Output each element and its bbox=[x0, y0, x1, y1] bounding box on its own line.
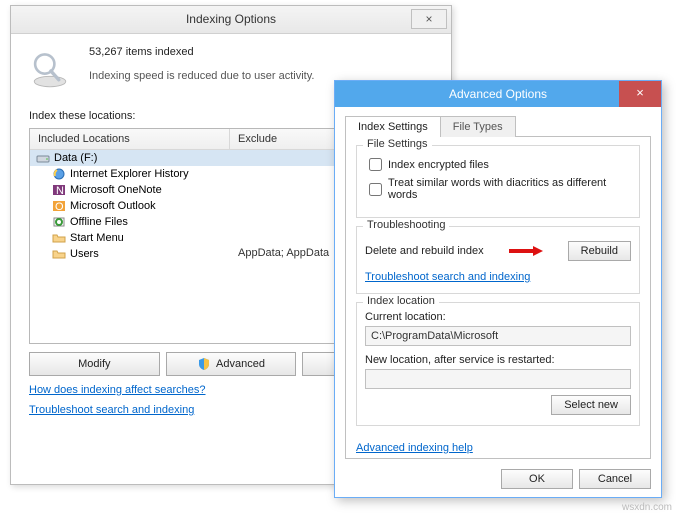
list-item-label: Start Menu bbox=[70, 232, 124, 244]
advanced-help-link[interactable]: Advanced indexing help bbox=[356, 442, 473, 454]
checkbox-label: Index encrypted files bbox=[388, 159, 489, 171]
magnifier-drive-icon bbox=[29, 50, 71, 92]
window-title: Advanced Options bbox=[335, 87, 661, 101]
troubleshoot-link[interactable]: Troubleshoot search and indexing bbox=[365, 271, 530, 283]
checkbox[interactable] bbox=[369, 183, 382, 196]
current-location-field bbox=[365, 326, 631, 346]
tab-index-settings[interactable]: Index Settings bbox=[345, 116, 441, 137]
folder-icon bbox=[52, 231, 66, 245]
svg-text:O: O bbox=[55, 201, 64, 213]
list-item-label: Offline Files bbox=[70, 216, 128, 228]
new-location-field bbox=[365, 369, 631, 389]
how-indexing-link[interactable]: How does indexing affect searches? bbox=[29, 384, 206, 396]
red-arrow-icon bbox=[509, 246, 543, 256]
troubleshooting-group: Troubleshooting Delete and rebuild index… bbox=[356, 226, 640, 294]
outlook-icon: O bbox=[52, 199, 66, 213]
close-icon[interactable]: × bbox=[619, 81, 661, 107]
folder-icon bbox=[52, 247, 66, 261]
list-item-label: Microsoft Outlook bbox=[70, 200, 156, 212]
list-item-label: Data (F:) bbox=[54, 152, 97, 164]
drive-icon bbox=[36, 151, 50, 165]
col-included: Included Locations bbox=[30, 129, 230, 149]
checkbox[interactable] bbox=[369, 158, 382, 171]
ok-button[interactable]: OK bbox=[501, 469, 573, 489]
index-location-group: Index location Current location: New loc… bbox=[356, 302, 640, 426]
current-location-label: Current location: bbox=[365, 311, 631, 323]
list-item-label: Internet Explorer History bbox=[70, 168, 189, 180]
titlebar[interactable]: Indexing Options × bbox=[11, 6, 451, 34]
advanced-button[interactable]: Advanced bbox=[166, 352, 297, 376]
speed-note-label: Indexing speed is reduced due to user ac… bbox=[89, 70, 314, 82]
list-item-label: Microsoft OneNote bbox=[70, 184, 162, 196]
tab-file-types[interactable]: File Types bbox=[440, 116, 516, 137]
cancel-button[interactable]: Cancel bbox=[579, 469, 651, 489]
offline-files-icon bbox=[52, 215, 66, 229]
diacritics-check[interactable]: Treat similar words with diacritics as d… bbox=[369, 177, 631, 201]
new-location-label: New location, after service is restarted… bbox=[365, 354, 631, 366]
close-icon[interactable]: × bbox=[411, 9, 447, 29]
checkbox-label: Treat similar words with diacritics as d… bbox=[388, 177, 631, 201]
group-label: Index location bbox=[363, 295, 439, 307]
onenote-icon: N bbox=[52, 183, 66, 197]
select-new-button[interactable]: Select new bbox=[551, 395, 631, 415]
advanced-options-window: Advanced Options × Index Settings File T… bbox=[334, 80, 662, 498]
tabs: Index Settings File Types bbox=[345, 115, 651, 137]
troubleshoot-link[interactable]: Troubleshoot search and indexing bbox=[29, 404, 194, 416]
items-indexed-label: 53,267 items indexed bbox=[89, 46, 314, 58]
list-item-label: Users bbox=[70, 248, 99, 260]
window-title: Indexing Options bbox=[11, 12, 451, 26]
modify-button[interactable]: Modify bbox=[29, 352, 160, 376]
index-encrypted-check[interactable]: Index encrypted files bbox=[369, 158, 631, 171]
group-label: File Settings bbox=[363, 138, 432, 150]
file-settings-group: File Settings Index encrypted files Trea… bbox=[356, 145, 640, 218]
group-label: Troubleshooting bbox=[363, 219, 449, 231]
svg-text:N: N bbox=[56, 185, 64, 197]
ie-history-icon bbox=[52, 167, 66, 181]
delete-rebuild-label: Delete and rebuild index bbox=[365, 245, 484, 257]
tab-content: File Settings Index encrypted files Trea… bbox=[345, 137, 651, 459]
uac-shield-icon bbox=[197, 357, 211, 371]
titlebar[interactable]: Advanced Options × bbox=[335, 81, 661, 107]
watermark: wsxdn.com bbox=[622, 502, 672, 513]
rebuild-button[interactable]: Rebuild bbox=[568, 241, 631, 261]
